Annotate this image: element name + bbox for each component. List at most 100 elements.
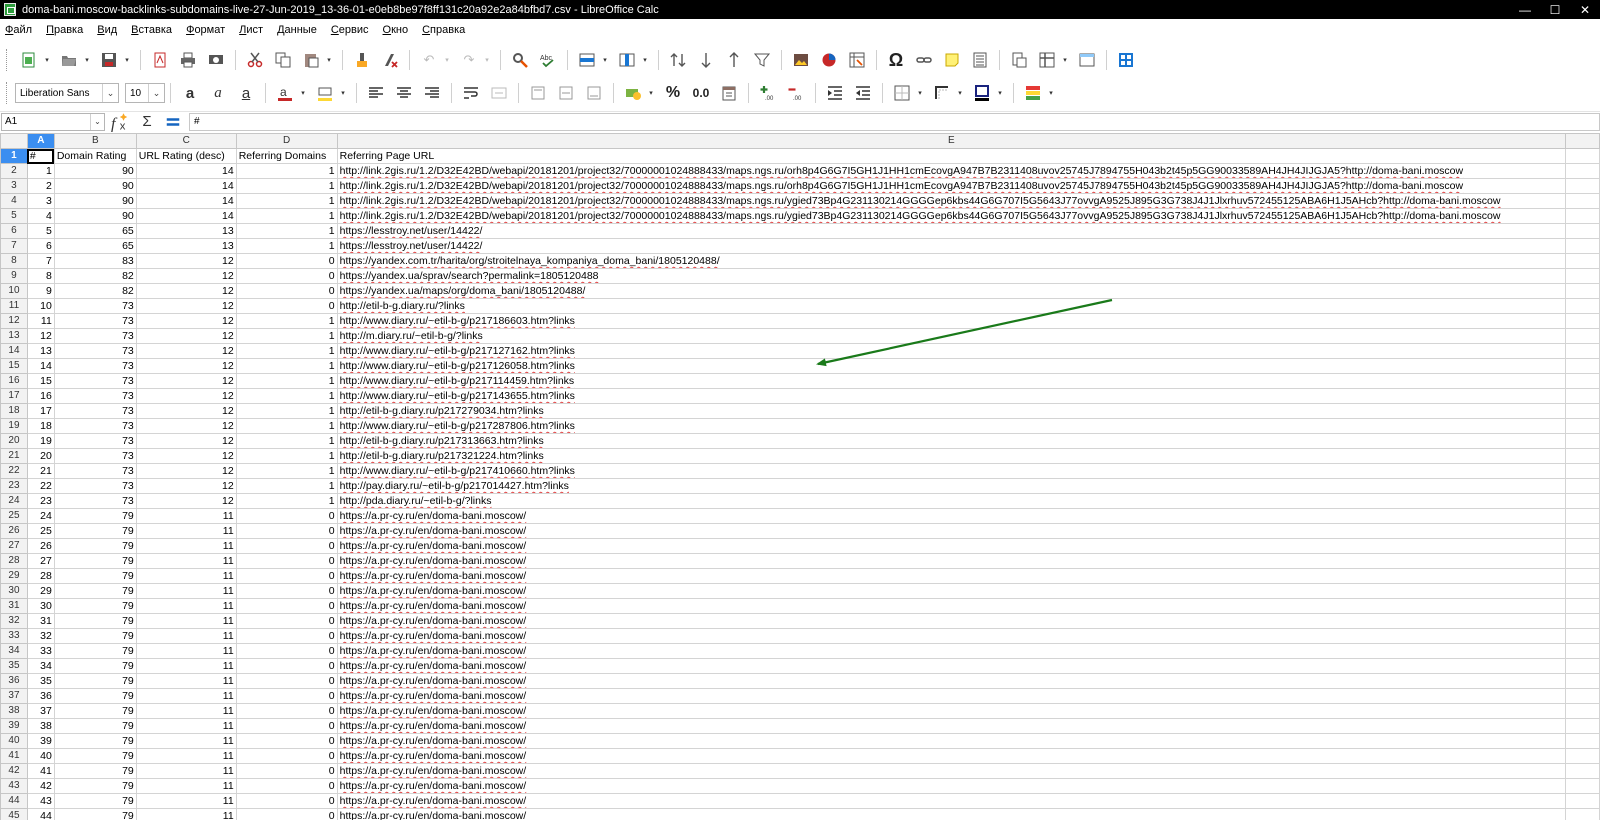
data-cell[interactable]: 11	[135, 733, 237, 749]
open-dropdown-icon[interactable]: ▾	[83, 56, 91, 64]
header-cell[interactable]: #	[26, 148, 55, 164]
data-cell[interactable]: 13	[135, 223, 237, 239]
url-cell[interactable]: http://link.2gis.ru/1.2/D32E42BD/webapi/…	[336, 208, 1567, 224]
empty-cell[interactable]	[1565, 343, 1600, 359]
new-dropdown-icon[interactable]: ▾	[43, 56, 51, 64]
number-format-icon[interactable]: 0.0	[690, 82, 712, 104]
sort-descending-icon[interactable]	[723, 49, 745, 71]
increase-indent-icon[interactable]	[824, 82, 846, 104]
data-cell[interactable]: 13	[135, 238, 237, 254]
close-button[interactable]: ✕	[1570, 3, 1600, 17]
align-bottom-icon[interactable]	[583, 82, 605, 104]
data-cell[interactable]: 0	[235, 733, 338, 749]
data-cell[interactable]: 0	[235, 253, 338, 269]
data-cell[interactable]: 12	[135, 448, 237, 464]
define-print-area-icon[interactable]	[1008, 49, 1030, 71]
data-cell[interactable]: 1	[235, 223, 338, 239]
data-cell[interactable]: 14	[135, 193, 237, 209]
currency-format-icon[interactable]	[622, 82, 644, 104]
select-all-corner[interactable]	[0, 133, 28, 149]
data-cell[interactable]: 9	[26, 283, 55, 299]
url-cell[interactable]: http://link.2gis.ru/1.2/D32E42BD/webapi/…	[336, 193, 1567, 209]
row-header[interactable]: 12	[0, 313, 28, 329]
empty-cell[interactable]	[1565, 598, 1600, 614]
data-cell[interactable]: 26	[26, 538, 55, 554]
empty-cell[interactable]	[1565, 703, 1600, 719]
data-cell[interactable]: 19	[26, 433, 55, 449]
align-middle-icon[interactable]	[555, 82, 577, 104]
data-cell[interactable]: 79	[53, 793, 137, 809]
delete-decimal-place-icon[interactable]: .00	[785, 82, 807, 104]
row-header[interactable]: 19	[0, 418, 28, 434]
url-cell[interactable]: https://a.pr-cy.ru/en/doma-bani.moscow/	[336, 553, 1567, 569]
header-cell[interactable]: Referring Page URL	[336, 148, 1567, 164]
menu-file[interactable]: Файл	[5, 24, 32, 36]
url-cell[interactable]: http://www.diary.ru/~etil-b-g/p217143655…	[336, 388, 1567, 404]
url-cell[interactable]: https://lesstroy.net/user/14422/	[336, 223, 1567, 239]
data-cell[interactable]: 20	[26, 448, 55, 464]
data-cell[interactable]: 36	[26, 688, 55, 704]
data-cell[interactable]: 90	[53, 193, 137, 209]
empty-cell[interactable]	[1565, 568, 1600, 584]
percent-format-icon[interactable]: %	[662, 82, 684, 104]
row-header[interactable]: 23	[0, 478, 28, 494]
wrap-text-icon[interactable]	[460, 82, 482, 104]
toolbar-grip[interactable]	[6, 82, 9, 104]
row-header[interactable]: 17	[0, 388, 28, 404]
sum-icon[interactable]: Σ	[137, 113, 157, 131]
decrease-indent-icon[interactable]	[852, 82, 874, 104]
row-header[interactable]: 35	[0, 658, 28, 674]
print-preview-icon[interactable]	[205, 49, 227, 71]
merge-center-icon[interactable]	[488, 82, 510, 104]
url-cell[interactable]: https://yandex.ua/maps/org/doma_bani/180…	[336, 283, 1567, 299]
data-cell[interactable]: 11	[135, 718, 237, 734]
data-cell[interactable]: 11	[26, 313, 55, 329]
empty-cell[interactable]	[1565, 373, 1600, 389]
data-cell[interactable]: 11	[135, 628, 237, 644]
data-cell[interactable]: 12	[135, 463, 237, 479]
data-cell[interactable]: 11	[135, 508, 237, 524]
row-header[interactable]: 34	[0, 643, 28, 659]
data-cell[interactable]: 73	[53, 433, 137, 449]
row-header[interactable]: 11	[0, 298, 28, 314]
data-cell[interactable]: 1	[235, 358, 338, 374]
row-header[interactable]: 3	[0, 178, 28, 194]
row-header[interactable]: 32	[0, 613, 28, 629]
url-cell[interactable]: https://a.pr-cy.ru/en/doma-bani.moscow/	[336, 793, 1567, 809]
align-right-icon[interactable]	[421, 82, 443, 104]
data-cell[interactable]: 33	[26, 643, 55, 659]
data-cell[interactable]: 1	[235, 373, 338, 389]
data-cell[interactable]: 79	[53, 568, 137, 584]
data-cell[interactable]: 12	[135, 388, 237, 404]
insert-chart-icon[interactable]	[818, 49, 840, 71]
row-header[interactable]: 31	[0, 598, 28, 614]
save-icon[interactable]	[98, 49, 120, 71]
data-cell[interactable]: 73	[53, 298, 137, 314]
header-cell[interactable]: URL Rating (desc)	[135, 148, 237, 164]
data-cell[interactable]: 79	[53, 718, 137, 734]
data-cell[interactable]: 0	[235, 793, 338, 809]
data-cell[interactable]: 11	[135, 778, 237, 794]
redo-icon[interactable]: ↷	[458, 49, 480, 71]
menu-tools[interactable]: Сервис	[331, 24, 369, 36]
border-style-icon[interactable]	[931, 82, 953, 104]
toolbar-grip[interactable]	[6, 49, 9, 71]
data-cell[interactable]: 11	[135, 583, 237, 599]
menu-window[interactable]: Окно	[383, 24, 409, 36]
data-cell[interactable]: 2	[26, 178, 55, 194]
data-cell[interactable]: 11	[135, 553, 237, 569]
font-color-dropdown-icon[interactable]: ▾	[299, 89, 307, 97]
data-cell[interactable]: 41	[26, 763, 55, 779]
highlighting-color-icon[interactable]	[314, 82, 336, 104]
data-cell[interactable]: 79	[53, 508, 137, 524]
data-cell[interactable]: 79	[53, 703, 137, 719]
data-cell[interactable]: 14	[135, 208, 237, 224]
row-header[interactable]: 21	[0, 448, 28, 464]
border-style-dropdown-icon[interactable]: ▾	[956, 89, 964, 97]
data-cell[interactable]: 12	[135, 253, 237, 269]
data-cell[interactable]: 12	[135, 433, 237, 449]
data-cell[interactable]: 1	[26, 163, 55, 179]
empty-cell[interactable]	[1565, 748, 1600, 764]
data-cell[interactable]: 12	[135, 298, 237, 314]
data-cell[interactable]: 11	[135, 568, 237, 584]
